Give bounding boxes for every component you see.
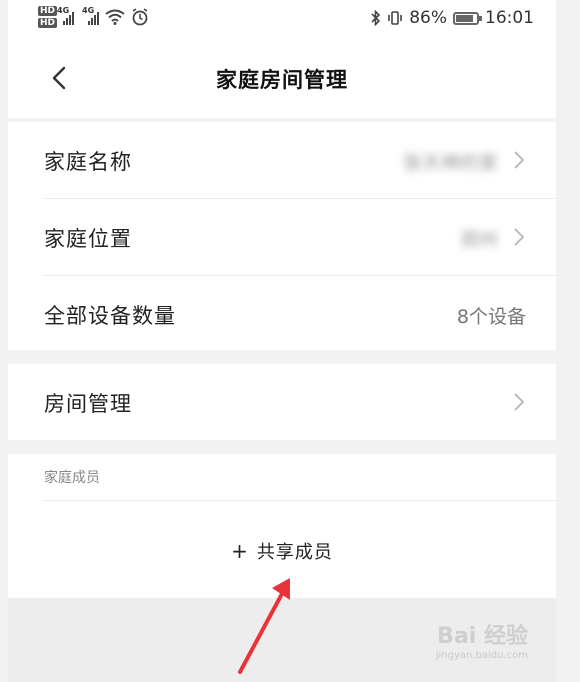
screen: HD HD 4G 4G 86% 16:01 家庭房间管理 家庭名称 张天神的家 … [0, 0, 580, 682]
device-count-value: 8个设备 [456, 306, 526, 328]
vibrate-icon [388, 11, 403, 25]
battery-icon [453, 11, 482, 25]
watermark-url: jingyan.baidu.com [435, 650, 528, 661]
members-section-label: 家庭成员 [44, 470, 100, 486]
wifi-icon [105, 9, 125, 25]
chevron-right-icon [514, 151, 525, 169]
home-name-label: 家庭名称 [44, 150, 132, 174]
chevron-right-icon [514, 228, 525, 246]
plus-icon: + [231, 539, 249, 563]
hd-badge-1: HD [38, 6, 58, 16]
alarm-icon [132, 8, 148, 26]
home-location-row[interactable]: 家庭位置 郑州 [8, 199, 556, 275]
share-member-button[interactable]: + 共享成员 [8, 538, 556, 564]
watermark-logo: Bai 经验 jingyan.baidu.com [436, 618, 528, 661]
device-count-label: 全部设备数量 [44, 304, 176, 328]
nav-bar: 家庭房间管理 [8, 38, 556, 118]
watermark-brand: Bai 经验 [437, 624, 528, 649]
home-name-row[interactable]: 家庭名称 张天神的家 [8, 122, 556, 198]
page-title: 家庭房间管理 [216, 68, 348, 92]
section-gap [8, 350, 556, 364]
signal-label-1: 4G [57, 6, 70, 15]
section-gap [8, 440, 556, 454]
share-member-label: 共享成员 [256, 542, 333, 563]
signal-icon-2: 4G [82, 6, 100, 25]
signal-label-2: 4G [82, 6, 95, 15]
signal-icon-1: 4G [57, 6, 75, 25]
clock-time: 16:01 [485, 8, 534, 28]
battery-fill [456, 14, 474, 22]
chevron-right-icon [514, 393, 525, 411]
status-left: HD HD 4G 4G [38, 6, 149, 28]
home-location-value: 郑州 [459, 229, 498, 251]
hd-badges: HD HD [38, 6, 58, 28]
red-arrow-annotation [238, 578, 290, 674]
hd-badge-2: HD [38, 18, 58, 28]
home-name-value: 张天神的家 [402, 152, 498, 174]
bluetooth-icon [371, 10, 381, 26]
status-right: 86% 16:01 [371, 8, 534, 28]
room-manage-label: 房间管理 [44, 392, 132, 416]
divider [44, 500, 556, 501]
battery-percent: 86% [409, 8, 447, 28]
phone-screen: HD HD 4G 4G 86% 16:01 家庭房间管理 家庭名称 张天神的家 … [8, 0, 556, 682]
home-location-label: 家庭位置 [44, 227, 132, 251]
device-count-row: 全部设备数量 8个设备 [8, 276, 556, 352]
room-manage-row[interactable]: 房间管理 [8, 364, 556, 440]
status-bar: HD HD 4G 4G 86% 16:01 [8, 0, 556, 38]
